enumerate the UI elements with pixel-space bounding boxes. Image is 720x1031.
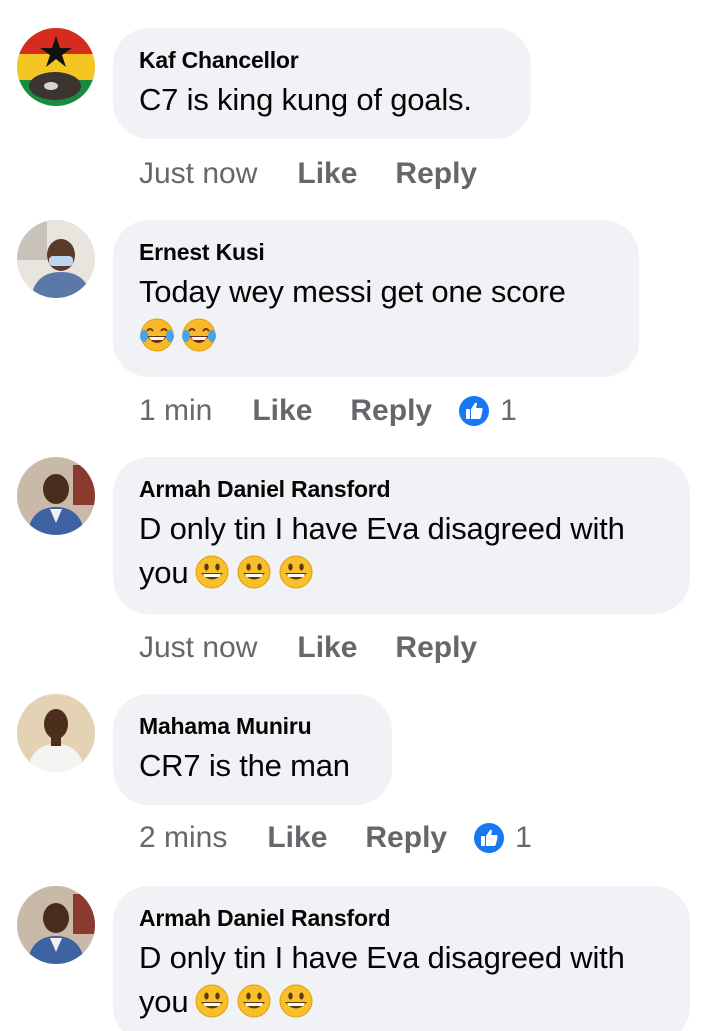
face-with-tears-of-joy-emoji (139, 317, 175, 353)
grinning-face-emoji (194, 983, 230, 1019)
comment-timestamp[interactable]: Just now (139, 157, 257, 191)
reaction-summary[interactable]: 1 (458, 394, 517, 428)
reaction-count: 1 (515, 821, 532, 854)
avatar[interactable] (17, 886, 95, 964)
comment-author[interactable]: Armah Daniel Ransford (139, 904, 664, 932)
comment-bubble: Armah Daniel Ransford D only tin I have … (113, 886, 690, 1031)
comment-text: D only tin I have Eva disagreed with you (139, 936, 664, 1024)
avatar[interactable] (17, 694, 95, 772)
reaction-count: 1 (500, 394, 517, 427)
comment-text-line: you (139, 555, 189, 590)
like-button[interactable]: Like (297, 631, 357, 665)
comment-timestamp[interactable]: 1 min (139, 394, 212, 428)
like-button[interactable]: Like (267, 821, 327, 855)
comment-text-line: you (139, 984, 189, 1019)
reply-button[interactable]: Reply (395, 157, 477, 191)
avatar[interactable] (17, 220, 95, 298)
comment-text-line: D only tin I have Eva disagreed with (139, 940, 625, 975)
like-reaction-icon (474, 823, 505, 853)
grinning-face-emoji (278, 554, 314, 590)
avatar[interactable] (17, 457, 95, 535)
comment-bubble: Kaf Chancellor C7 is king kung of goals. (113, 28, 531, 139)
comment-text: D only tin I have Eva disagreed with you (139, 507, 664, 595)
comment-bubble: Armah Daniel Ransford D only tin I have … (113, 457, 690, 614)
reply-button[interactable]: Reply (365, 821, 447, 855)
comment-actions: 2 mins Like Reply 1 (139, 818, 532, 858)
comment-text-line: D only tin I have Eva disagreed with (139, 511, 625, 546)
reaction-summary[interactable]: 1 (473, 821, 532, 855)
grinning-face-emoji (194, 554, 230, 590)
comments-feed: Kaf Chancellor C7 is king kung of goals.… (0, 0, 720, 1031)
comment-bubble: Mahama Muniru CR7 is the man (113, 694, 392, 805)
comment-text: CR7 is the man (139, 748, 350, 783)
comment-author[interactable]: Ernest Kusi (139, 238, 613, 266)
comment-author[interactable]: Armah Daniel Ransford (139, 475, 664, 503)
comment-timestamp[interactable]: Just now (139, 631, 257, 665)
comment-timestamp[interactable]: 2 mins (139, 821, 227, 855)
grinning-face-emoji (278, 983, 314, 1019)
reply-button[interactable]: Reply (395, 631, 477, 665)
avatar[interactable] (17, 28, 95, 106)
comment-actions: Just now Like Reply (139, 628, 515, 668)
grinning-face-emoji (236, 554, 272, 590)
comment-author[interactable]: Mahama Muniru (139, 712, 366, 740)
comment-actions: Just now Like Reply (139, 154, 515, 194)
like-reaction-icon (459, 396, 490, 426)
comment-bubble: Ernest Kusi Today wey messi get one scor… (113, 220, 639, 377)
comment-text: C7 is king kung of goals. (139, 82, 472, 117)
grinning-face-emoji (236, 983, 272, 1019)
comment-actions: 1 min Like Reply 1 (139, 391, 517, 431)
reply-button[interactable]: Reply (350, 394, 432, 428)
comment-text-line: Today wey messi get one score (139, 274, 566, 309)
face-with-tears-of-joy-emoji (181, 317, 217, 353)
like-button[interactable]: Like (252, 394, 312, 428)
comment-author[interactable]: Kaf Chancellor (139, 46, 505, 74)
like-button[interactable]: Like (297, 157, 357, 191)
comment-text: Today wey messi get one score (139, 270, 613, 358)
